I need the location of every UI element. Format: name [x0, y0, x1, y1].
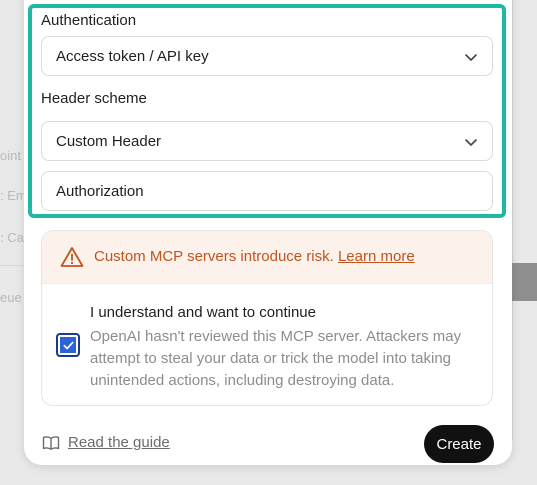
read-the-guide-link[interactable]: Read the guide [42, 434, 170, 451]
risk-warning-card: Custom MCP servers introduce risk. Learn… [41, 230, 493, 406]
header-scheme-select[interactable]: Custom Header [41, 121, 493, 161]
risk-warning-message: Custom MCP servers introduce risk. [94, 248, 334, 265]
understand-checkbox-label: I understand and want to continue [90, 304, 316, 321]
header-scheme-label: Header scheme [41, 90, 147, 107]
create-mcp-server-modal: Authentication Access token / API key He… [24, 0, 512, 465]
header-scheme-select-value: Custom Header [56, 132, 162, 150]
authentication-label: Authentication [41, 12, 137, 29]
create-button[interactable]: Create [424, 425, 494, 463]
learn-more-link[interactable]: Learn more [338, 248, 415, 265]
understand-checkbox-description: OpenAI hasn't reviewed this MCP server. … [90, 328, 462, 389]
background-text-2: : Em [0, 188, 27, 203]
understand-checkbox[interactable] [56, 333, 80, 357]
chevron-down-icon [465, 54, 477, 61]
background-divider-right [512, 0, 513, 440]
risk-warning-header: Custom MCP servers introduce risk. Learn… [42, 231, 492, 284]
header-name-input[interactable]: Authorization [41, 171, 493, 211]
risk-warning-text: Custom MCP servers introduce risk. Learn… [94, 248, 415, 265]
background-divider [0, 265, 24, 266]
header-name-input-value: Authorization [56, 182, 144, 200]
background-text-4: eue [0, 290, 22, 305]
check-icon [62, 341, 74, 349]
read-the-guide-label: Read the guide [68, 434, 170, 451]
chevron-down-icon [465, 139, 477, 146]
warning-triangle-icon [60, 247, 84, 267]
background-text-3: : Ca [0, 230, 24, 245]
background-text-1: oint [0, 148, 21, 163]
background-block [511, 263, 537, 301]
book-icon [42, 435, 60, 450]
authentication-select-value: Access token / API key [56, 47, 209, 65]
authentication-select[interactable]: Access token / API key [41, 36, 493, 76]
